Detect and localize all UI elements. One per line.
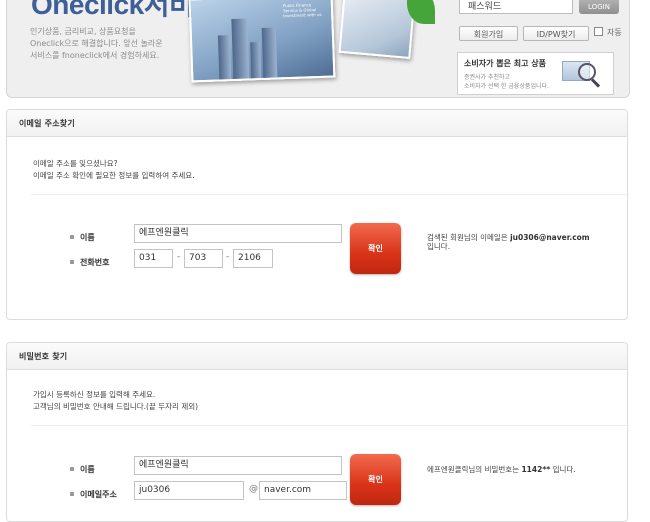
email-result: 검색된 회원님의 이메일은 ju0306@naver.com 입니다. xyxy=(427,233,590,251)
auto-login[interactable]: 자동 xyxy=(594,27,622,38)
signup-button[interactable]: 회원가입 xyxy=(459,26,518,41)
phone-input-1[interactable]: 031 xyxy=(134,249,173,268)
phone-label: 전화번호 xyxy=(70,257,109,268)
password-input[interactable]: 패스워드 xyxy=(459,0,573,14)
promo-box[interactable]: 소비자가 뽑은 최고 상품 증권사가 추천하고 소비자가 선택 한 금융상품입니… xyxy=(457,52,614,95)
email-find-intro: 이메일 주소를 잊으셨나요? 이메일 주소 확인에 필요한 정보를 입력하여 주… xyxy=(33,159,195,180)
pw-find-title: 비밀번호 찾기 xyxy=(19,352,68,361)
login-button[interactable]: LOGIN xyxy=(579,0,619,14)
photo-caption: Public Finance Service & Global Investme… xyxy=(282,2,322,19)
name-label: 이름 xyxy=(70,232,95,243)
pw-confirm-button[interactable]: 확인 xyxy=(350,454,401,505)
name-input[interactable]: 에프엔원클릭 xyxy=(134,224,342,243)
pw-name-input[interactable]: 에프엔원클릭 xyxy=(134,456,342,475)
phone-input-3[interactable]: 2106 xyxy=(233,249,273,268)
top-banner: Oneclick서비스 인기상품, 금리비교, 상품요청을 Oneclick으로… xyxy=(6,0,630,98)
email-find-title: 이메일 주소찾기 xyxy=(19,119,75,128)
city-photo: Public Finance Service & Global Investme… xyxy=(188,0,336,83)
email-id-input[interactable]: ju0306 xyxy=(134,481,244,500)
pw-result: 에프엔원클릭님의 비밀번호는 1142** 입니다. xyxy=(427,465,576,474)
auto-login-checkbox[interactable] xyxy=(594,27,603,36)
businessman-photo xyxy=(338,0,416,60)
email-label: 이메일주소 xyxy=(70,489,117,500)
find-id-pw-button[interactable]: ID/PW찾기 xyxy=(523,26,589,41)
email-confirm-button[interactable]: 확인 xyxy=(350,223,401,274)
pw-name-label: 이름 xyxy=(70,464,95,475)
email-domain-input[interactable]: naver.com xyxy=(259,481,347,500)
pw-find-intro: 가입시 등록하신 정보를 입력해 주세요. 고객님의 비밀번호 안내해 드립니다… xyxy=(33,390,199,411)
promo-title: 소비자가 뽑은 최고 상품 xyxy=(464,59,546,68)
pw-find-section: 비밀번호 찾기 가입시 등록하신 정보를 입력해 주세요. 고객님의 비밀번호 … xyxy=(6,342,628,522)
email-find-section: 이메일 주소찾기 이메일 주소를 잊으셨나요? 이메일 주소 확인에 필요한 정… xyxy=(6,109,628,320)
banner-description: 인기상품, 금리비교, 상품요청을 Oneclick으로 해결합니다. 앞선 놀… xyxy=(30,27,163,60)
phone-input-2[interactable]: 703 xyxy=(184,249,223,268)
